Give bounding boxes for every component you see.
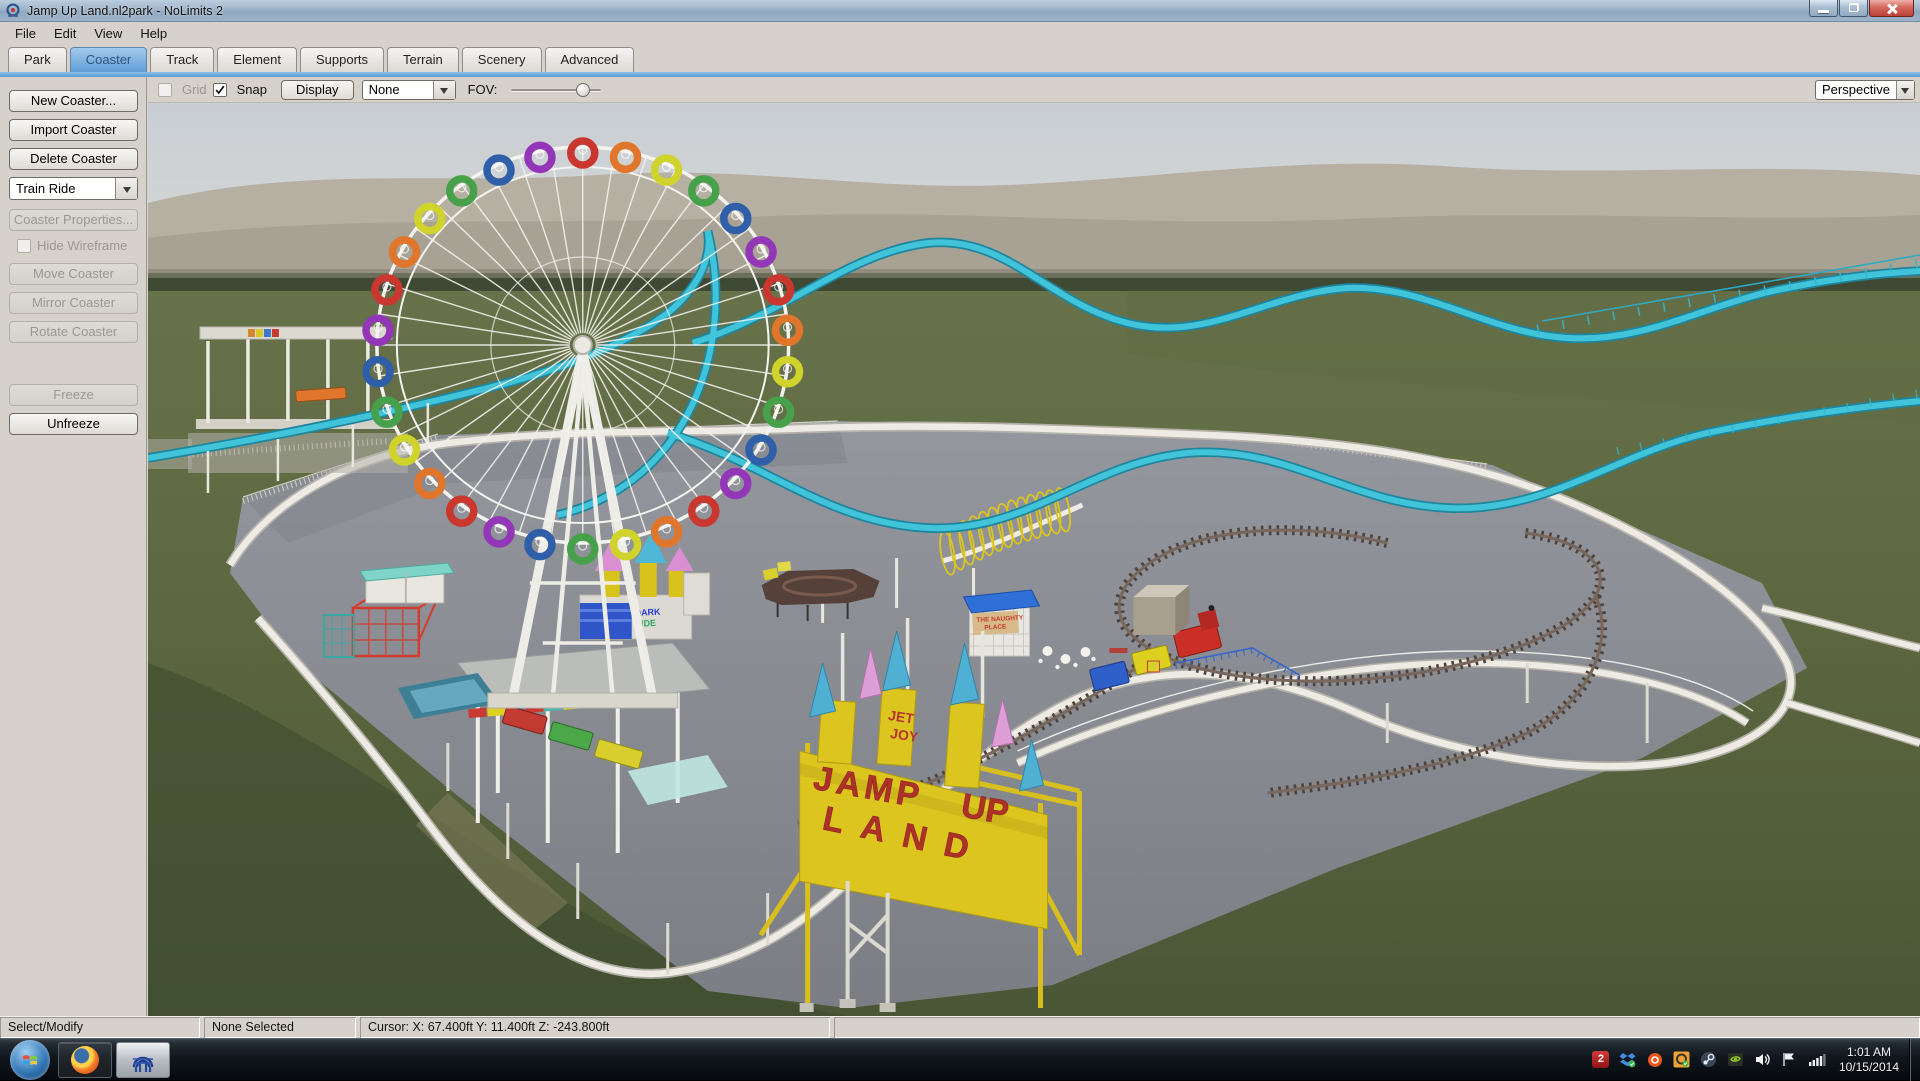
3d-viewport[interactable]: DARK RIDE THE NAUGHTY PLACE xyxy=(148,103,1920,1016)
updater-app-icon[interactable] xyxy=(1673,1051,1691,1069)
tab-coaster[interactable]: Coaster xyxy=(70,47,148,72)
fov-label: FOV: xyxy=(468,82,498,97)
menu-file[interactable]: File xyxy=(6,24,45,43)
coaster-sidebar: New Coaster... Import Coaster Delete Coa… xyxy=(0,77,147,1016)
notification-badge-icon[interactable]: 2 xyxy=(1592,1051,1610,1069)
taskbar-nolimits[interactable] xyxy=(116,1042,170,1078)
badge-count: 2 xyxy=(1592,1051,1609,1068)
mode-tab-bar: Park Coaster Track Element Supports Terr… xyxy=(0,44,1920,72)
taskbar-firefox[interactable] xyxy=(58,1042,112,1078)
rotate-coaster-button[interactable]: Rotate Coaster xyxy=(9,321,138,343)
status-spacer xyxy=(834,1017,1920,1038)
coaster-select-value: Train Ride xyxy=(10,181,115,196)
delete-coaster-button[interactable]: Delete Coaster xyxy=(9,148,138,170)
menu-help[interactable]: Help xyxy=(131,24,176,43)
restore-button[interactable] xyxy=(1839,0,1868,17)
mirror-coaster-button[interactable]: Mirror Coaster xyxy=(9,292,138,314)
app-icon xyxy=(5,3,21,19)
firefox-icon xyxy=(71,1046,99,1074)
close-icon xyxy=(1886,3,1897,14)
tab-park[interactable]: Park xyxy=(8,47,67,72)
freeze-button[interactable]: Freeze xyxy=(9,384,138,406)
snap-label: Snap xyxy=(237,82,267,97)
menu-edit[interactable]: Edit xyxy=(45,24,85,43)
toy-cube xyxy=(1147,661,1159,672)
viewport-toolbar: Grid Snap Display None FOV: Perspective xyxy=(148,77,1920,103)
tab-supports[interactable]: Supports xyxy=(300,47,384,72)
display-mode-value: None xyxy=(363,82,433,97)
nvidia-settings-icon[interactable] xyxy=(1727,1051,1745,1069)
restore-icon xyxy=(1849,4,1858,12)
close-button[interactable] xyxy=(1869,0,1914,17)
show-desktop-button[interactable] xyxy=(1909,1039,1920,1081)
new-coaster-button[interactable]: New Coaster... xyxy=(9,90,138,112)
unfreeze-button[interactable]: Unfreeze xyxy=(9,413,138,435)
grid-label: Grid xyxy=(182,82,207,97)
start-button[interactable] xyxy=(10,1040,50,1080)
status-mode: Select/Modify xyxy=(0,1017,200,1038)
chevron-down-icon[interactable] xyxy=(433,81,455,99)
display-button[interactable]: Display xyxy=(281,80,354,100)
park-scene: DARK RIDE THE NAUGHTY PLACE xyxy=(148,103,1920,1016)
move-coaster-button[interactable]: Move Coaster xyxy=(9,263,138,285)
projection-value: Perspective xyxy=(1816,82,1896,97)
volume-icon[interactable] xyxy=(1754,1051,1772,1069)
menu-view[interactable]: View xyxy=(85,24,131,43)
check-icon xyxy=(214,84,226,96)
minimize-icon xyxy=(1818,10,1829,13)
bench xyxy=(1109,648,1127,653)
tab-track[interactable]: Track xyxy=(150,47,214,72)
steam-icon[interactable] xyxy=(1700,1051,1718,1069)
windows-logo-icon xyxy=(21,1051,39,1069)
coaster-select[interactable]: Train Ride xyxy=(9,177,138,200)
system-tray: 2 xyxy=(1592,1039,1920,1081)
clock-time: 1:01 AM xyxy=(1839,1045,1899,1060)
coaster-properties-button[interactable]: Coaster Properties... xyxy=(9,209,138,231)
tab-terrain[interactable]: Terrain xyxy=(387,47,459,72)
grid-checkbox[interactable] xyxy=(158,83,172,97)
display-mode-select[interactable]: None xyxy=(362,80,456,100)
projection-select[interactable]: Perspective xyxy=(1815,80,1915,100)
taskbar-clock[interactable]: 1:01 AM 10/15/2014 xyxy=(1839,1045,1899,1075)
concrete-block xyxy=(1133,585,1189,635)
hide-wireframe-label: Hide Wireframe xyxy=(37,238,127,253)
status-cursor: Cursor: X: 67.400ft Y: 11.400ft Z: -243.… xyxy=(360,1017,830,1038)
chevron-down-icon[interactable] xyxy=(1896,81,1914,99)
taskbar: 2 xyxy=(0,1038,1920,1080)
tab-advanced[interactable]: Advanced xyxy=(545,47,635,72)
minimize-button[interactable] xyxy=(1809,0,1838,17)
fov-slider[interactable] xyxy=(511,83,601,97)
nolimits2-window: Jamp Up Land.nl2park - NoLimits 2 File E… xyxy=(0,0,1920,1080)
import-coaster-button[interactable]: Import Coaster xyxy=(9,119,138,141)
fov-slider-thumb[interactable] xyxy=(576,83,590,97)
status-bar: Select/Modify None Selected Cursor: X: 6… xyxy=(0,1016,1920,1038)
checkbox-icon xyxy=(17,239,31,253)
chevron-down-icon[interactable] xyxy=(115,178,137,199)
nolimits-icon xyxy=(128,1045,158,1075)
tab-element[interactable]: Element xyxy=(217,47,297,72)
status-selection: None Selected xyxy=(204,1017,356,1038)
dropbox-icon[interactable] xyxy=(1619,1051,1637,1069)
clock-date: 10/15/2014 xyxy=(1839,1060,1899,1075)
kiosk-sign-line2: PLACE xyxy=(984,623,1007,631)
hide-wireframe-checkbox[interactable]: Hide Wireframe xyxy=(17,238,137,253)
tab-scenery[interactable]: Scenery xyxy=(462,47,542,72)
network-flag-icon[interactable] xyxy=(1781,1051,1799,1069)
signal-bars-icon[interactable] xyxy=(1808,1051,1826,1069)
sign-word-up: UP xyxy=(958,787,1011,833)
menu-bar: File Edit View Help xyxy=(0,22,1920,44)
window-title: Jamp Up Land.nl2park - NoLimits 2 xyxy=(27,4,223,18)
title-bar: Jamp Up Land.nl2park - NoLimits 2 xyxy=(0,0,1920,22)
snap-checkbox[interactable] xyxy=(213,83,227,97)
origin-icon[interactable] xyxy=(1646,1051,1664,1069)
